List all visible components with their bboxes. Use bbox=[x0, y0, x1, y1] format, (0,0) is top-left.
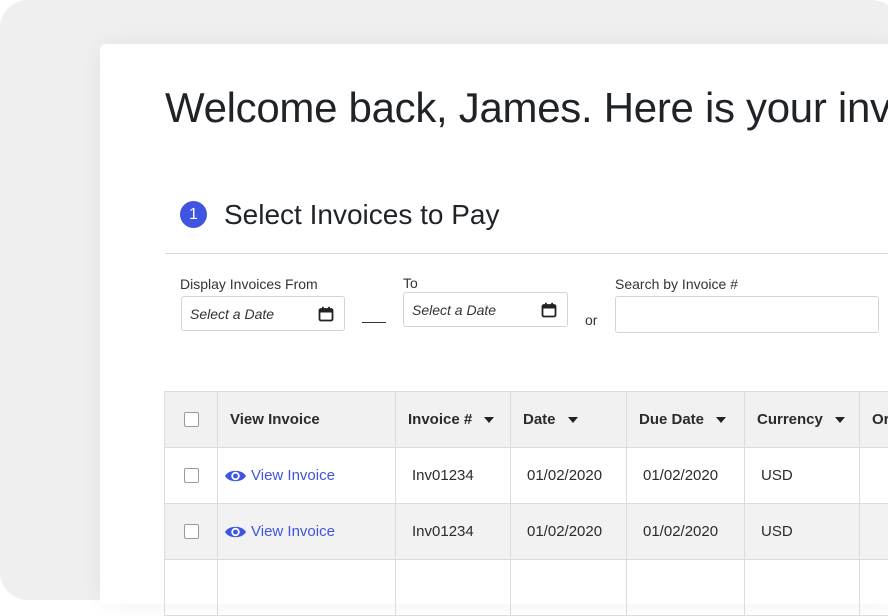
table-row bbox=[165, 560, 888, 616]
view-invoice-label: View Invoice bbox=[251, 523, 335, 540]
date-cell: 01/02/2020 bbox=[511, 448, 627, 504]
header-label: View Invoice bbox=[230, 411, 320, 428]
due-date-cell: 01/02/2020 bbox=[627, 504, 745, 560]
caret-down-icon[interactable] bbox=[484, 417, 494, 423]
header-label: Or bbox=[872, 411, 888, 428]
section-title: Select Invoices to Pay bbox=[224, 199, 499, 231]
row-checkbox[interactable] bbox=[184, 524, 199, 539]
due-date-cell: 01/02/2020 bbox=[627, 448, 745, 504]
from-date-placeholder: Select a Date bbox=[190, 306, 274, 322]
header-label: Due Date bbox=[639, 411, 704, 428]
invoice-due-date: 01/02/2020 bbox=[643, 523, 718, 540]
calendar-icon[interactable] bbox=[541, 302, 557, 323]
caret-down-icon[interactable] bbox=[716, 417, 726, 423]
caret-down-icon[interactable] bbox=[568, 417, 578, 423]
invoice-currency: USD bbox=[761, 467, 793, 484]
view-invoice-cell: View Invoice bbox=[218, 504, 396, 560]
page-title: Welcome back, James. Here is your invo bbox=[165, 84, 888, 132]
select-all-cell bbox=[165, 392, 218, 448]
invoice-number-cell: Inv01234 bbox=[396, 448, 511, 504]
invoice-date: 01/02/2020 bbox=[527, 467, 602, 484]
header-view-invoice: View Invoice bbox=[218, 392, 396, 448]
currency-cell: USD bbox=[745, 504, 860, 560]
to-date-placeholder: Select a Date bbox=[412, 302, 496, 318]
invoice-due-date: 01/02/2020 bbox=[643, 467, 718, 484]
order-cell bbox=[860, 504, 888, 560]
date-range-separator bbox=[362, 322, 386, 323]
search-invoice-label: Search by Invoice # bbox=[615, 276, 738, 292]
invoice-currency: USD bbox=[761, 523, 793, 540]
table-row: View Invoice Inv01234 01/02/2020 01/02/2… bbox=[165, 448, 888, 504]
invoice-date: 01/02/2020 bbox=[527, 523, 602, 540]
table-row: View Invoice Inv01234 01/02/2020 01/02/2… bbox=[165, 504, 888, 560]
header-currency[interactable]: Currency bbox=[745, 392, 860, 448]
header-order[interactable]: Or bbox=[860, 392, 888, 448]
eye-icon bbox=[224, 468, 247, 484]
header-label: Date bbox=[523, 411, 556, 428]
header-invoice-number[interactable]: Invoice # bbox=[396, 392, 511, 448]
caret-down-icon[interactable] bbox=[835, 417, 845, 423]
section-divider bbox=[165, 253, 888, 254]
step-number-badge: 1 bbox=[180, 201, 207, 228]
row-select-cell bbox=[165, 504, 218, 560]
view-invoice-link[interactable]: View Invoice bbox=[224, 467, 335, 484]
header-date[interactable]: Date bbox=[511, 392, 627, 448]
invoice-table: View Invoice Invoice # Date Due Date Cur… bbox=[164, 391, 888, 616]
eye-icon bbox=[224, 524, 247, 540]
calendar-icon[interactable] bbox=[318, 306, 334, 327]
view-invoice-cell: View Invoice bbox=[218, 448, 396, 504]
to-date-label: To bbox=[403, 275, 418, 291]
header-label: Currency bbox=[757, 411, 823, 428]
invoice-number: Inv01234 bbox=[412, 467, 474, 484]
from-date-picker[interactable]: Select a Date bbox=[181, 296, 345, 331]
header-due-date[interactable]: Due Date bbox=[627, 392, 745, 448]
row-checkbox[interactable] bbox=[184, 468, 199, 483]
table-header-row: View Invoice Invoice # Date Due Date Cur… bbox=[165, 392, 888, 448]
header-label: Invoice # bbox=[408, 411, 472, 428]
search-invoice-input[interactable] bbox=[615, 296, 879, 333]
view-invoice-label: View Invoice bbox=[251, 467, 335, 484]
from-date-label: Display Invoices From bbox=[180, 276, 318, 292]
order-cell bbox=[860, 448, 888, 504]
to-date-picker[interactable]: Select a Date bbox=[403, 292, 568, 327]
view-invoice-link[interactable]: View Invoice bbox=[224, 523, 335, 540]
select-all-checkbox[interactable] bbox=[184, 412, 199, 427]
currency-cell: USD bbox=[745, 448, 860, 504]
date-cell: 01/02/2020 bbox=[511, 504, 627, 560]
invoice-number: Inv01234 bbox=[412, 523, 474, 540]
invoice-number-cell: Inv01234 bbox=[396, 504, 511, 560]
or-separator-text: or bbox=[585, 312, 597, 328]
row-select-cell bbox=[165, 448, 218, 504]
